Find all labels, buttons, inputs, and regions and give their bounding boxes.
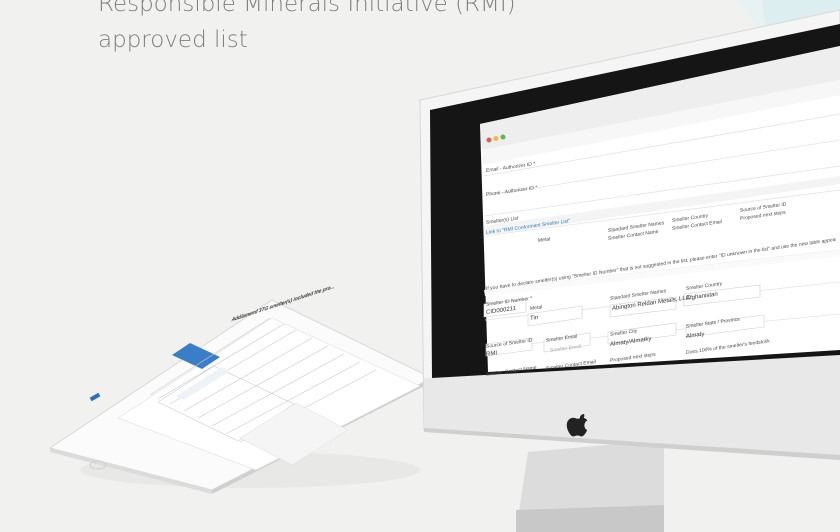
next-steps-label: Proposed next steps: [610, 351, 656, 364]
source-id-value[interactable]: RMI: [486, 350, 497, 358]
contact-email-label: Smelter Contact Email: [546, 359, 596, 372]
metal-value[interactable]: Tin: [530, 315, 538, 322]
country-label: Smelter Country: [686, 280, 723, 292]
smelter-state-label: Smelter State / Province: [686, 316, 740, 330]
imac-screen: Email - Authorizer ID * Phone - Authoriz…: [480, 110, 840, 380]
phone-authorizer-label: Phone - Authorizer ID *: [486, 184, 538, 198]
feedstock-label: Does 100% of the smelter's feedstock: [686, 338, 770, 356]
smelter-email-label: Smelter Email: [546, 333, 578, 344]
column-metal: Metal: [538, 236, 551, 244]
email-authorizer-label: Email - Authorizer ID *: [486, 161, 536, 174]
smelter-city-label: Smelter City: [610, 328, 638, 338]
smelter-city-value[interactable]: Almaty/Almatky: [610, 336, 651, 348]
contact-name-label: Smelter Contact Name: [486, 364, 537, 378]
country-value[interactable]: Afghanistan: [686, 292, 718, 302]
metal-label: Metal: [530, 304, 543, 312]
smelter-list-search: Smelter(s) List: [486, 215, 519, 226]
apple-logo-icon: [566, 414, 588, 437]
smelter-email-input[interactable]: Smelter Email: [550, 344, 581, 354]
source-id-label: Source of Smelter ID: [486, 337, 533, 350]
instruction-text: If you have to declare smelter(s) using …: [486, 236, 836, 292]
smelter-state-value[interactable]: Almaty: [686, 331, 704, 340]
